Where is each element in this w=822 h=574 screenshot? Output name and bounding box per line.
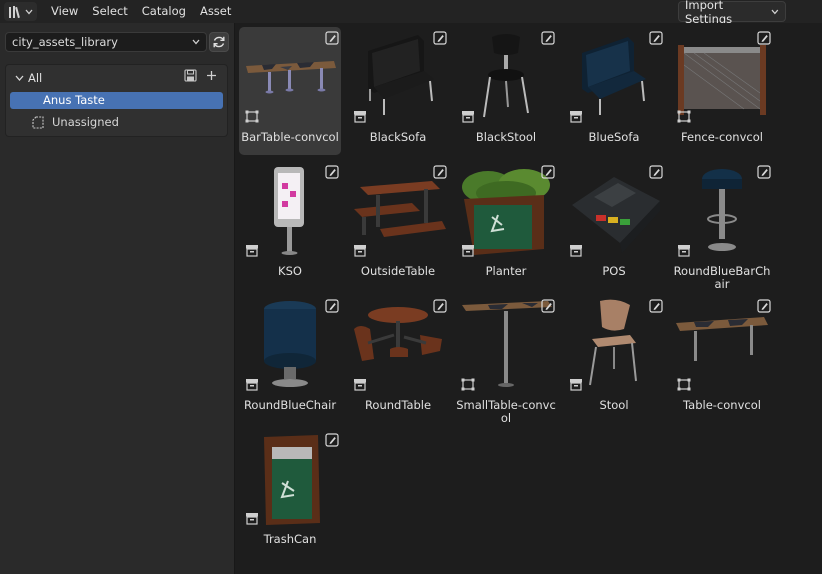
editor-type-button[interactable] [4,2,37,21]
asset-tile-roundbluebarchair[interactable]: RoundBlueBarChair [671,161,773,291]
asset-tile-table-convcol[interactable]: Table-convcol [671,295,773,423]
catalog-item-label: Unassigned [52,115,119,129]
object-icon [570,379,582,391]
asset-name: POS [602,264,626,278]
asset-tile-roundtable[interactable]: RoundTable [347,295,449,423]
import-settings-label: Import Settings [685,0,733,26]
asset-name: Planter [485,264,527,278]
object-icon [354,379,366,391]
edit-metadata-icon[interactable] [325,31,339,45]
asset-tile-kso[interactable]: KSO [239,161,341,289]
catalog-all[interactable]: All [15,71,42,85]
collection-icon [461,378,475,391]
asset-name: OutsideTable [360,264,436,278]
chevron-down-icon[interactable] [15,75,24,82]
menu-catalog[interactable]: Catalog [135,0,193,23]
asset-tile-blackstool[interactable]: BlackStool [455,27,557,155]
edit-metadata-icon[interactable] [757,165,771,179]
object-icon [462,245,474,257]
refresh-library-button[interactable] [209,32,229,52]
library-select[interactable]: city_assets_library [5,32,207,52]
asset-name: TrashCan [263,532,317,546]
asset-tile-bartable-convcol[interactable]: BarTable-convcol [239,27,341,155]
asset-name: BarTable-convcol [241,130,339,144]
asset-tile-pos[interactable]: POS [563,161,665,289]
menu-view[interactable]: View [44,0,85,23]
chevron-down-icon [192,39,200,45]
edit-metadata-icon[interactable] [433,165,447,179]
edit-metadata-icon[interactable] [757,31,771,45]
asset-name: Stool [599,398,629,412]
asset-name: SmallTable-convcol [456,398,556,425]
menu-asset[interactable]: Asset [193,0,238,23]
catalog-sidebar: city_assets_library All Anus Taste Unass… [0,23,235,574]
edit-metadata-icon[interactable] [541,31,555,45]
edit-metadata-icon[interactable] [649,31,663,45]
save-catalog-icon[interactable] [184,69,197,82]
asset-tile-stool[interactable]: Stool [563,295,665,423]
refresh-icon [213,36,225,48]
edit-metadata-icon[interactable] [757,299,771,313]
asset-tile-smalltable-convcol[interactable]: SmallTable-convcol [455,295,557,425]
catalog-tree: All Anus Taste Unassigned [5,64,228,137]
asset-tile-planter[interactable]: Planter [455,161,557,289]
edit-metadata-icon[interactable] [541,165,555,179]
asset-name: BlueSofa [588,130,640,144]
edit-metadata-icon[interactable] [649,299,663,313]
object-icon [570,245,582,257]
asset-name: Table-convcol [683,398,761,412]
edit-metadata-icon[interactable] [541,299,555,313]
edit-metadata-icon[interactable] [433,299,447,313]
catalog-all-label: All [28,71,43,85]
edit-metadata-icon[interactable] [649,165,663,179]
asset-tile-trashcan[interactable]: TrashCan [239,429,341,557]
asset-name: BlackStool [475,130,537,144]
object-icon [678,245,690,257]
object-icon [246,513,258,525]
asset-grid: BarTable-convcol BlackSofa BlackStool Bl… [236,23,822,574]
object-icon [570,111,582,123]
asset-name: RoundTable [364,398,432,412]
collection-icon [677,378,691,391]
asset-name: RoundBlueBarChair [673,264,771,291]
add-catalog-icon[interactable] [206,70,217,81]
asset-name: Fence-convcol [681,130,763,144]
asset-name: RoundBlueChair [243,398,337,412]
asset-tile-roundbluechair[interactable]: RoundBlueChair [239,295,341,423]
asset-tile-bluesofa[interactable]: BlueSofa [563,27,665,155]
asset-browser-icon [9,5,20,18]
catalog-item-unassigned[interactable]: Unassigned [32,115,119,129]
asset-name: KSO [278,264,302,278]
edit-metadata-icon[interactable] [325,433,339,447]
object-icon [246,379,258,391]
chevron-down-icon [771,9,779,14]
collection-icon [677,110,691,123]
object-icon [354,245,366,257]
object-icon [462,111,474,123]
menu-select[interactable]: Select [85,0,134,23]
chevron-down-icon [25,9,33,14]
catalog-item-anus-taste[interactable]: Anus Taste [10,92,223,109]
edit-metadata-icon[interactable] [433,31,447,45]
asset-name: BlackSofa [369,130,427,144]
asset-tile-outsidetable[interactable]: OutsideTable [347,161,449,289]
object-icon [246,245,258,257]
unassigned-icon [32,115,44,129]
asset-tile-fence-convcol[interactable]: Fence-convcol [671,27,773,155]
library-select-value: city_assets_library [12,35,118,49]
asset-tile-blacksofa[interactable]: BlackSofa [347,27,449,155]
object-icon [354,111,366,123]
top-header: View Select Catalog Asset Import Setting… [0,0,822,26]
collection-icon [245,110,259,123]
edit-metadata-icon[interactable] [325,165,339,179]
edit-metadata-icon[interactable] [325,299,339,313]
import-settings-dropdown[interactable]: Import Settings [678,0,786,26]
